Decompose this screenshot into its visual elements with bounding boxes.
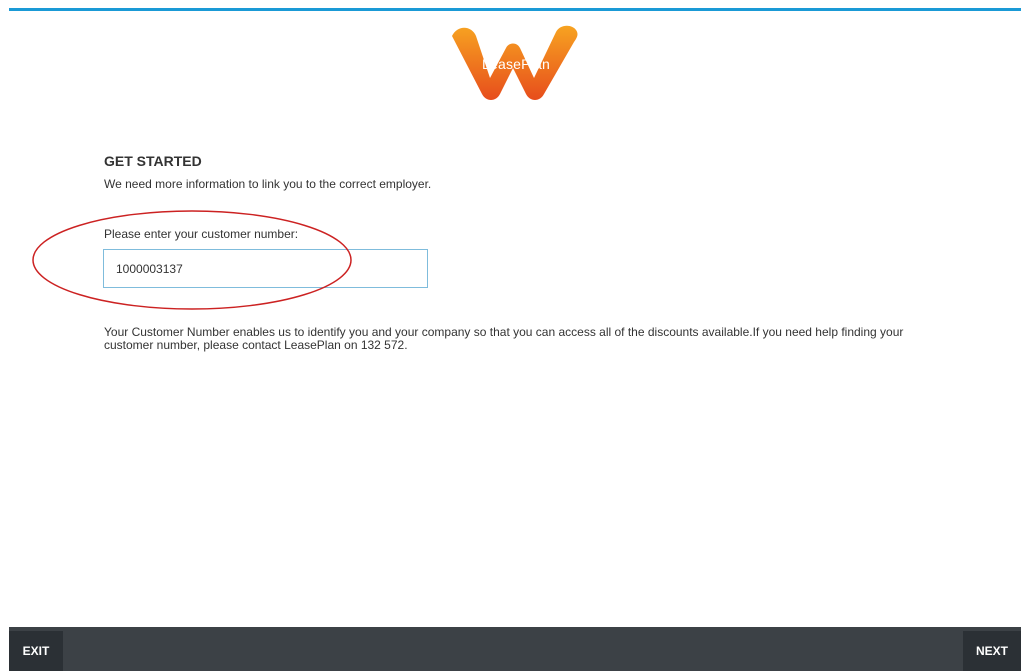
- logo-wordmark: LeasePlan: [482, 56, 550, 72]
- footer-bar: EXIT NEXT: [9, 627, 1021, 671]
- customer-number-input[interactable]: [103, 249, 428, 288]
- customer-number-label: Please enter your customer number:: [104, 227, 299, 241]
- exit-button[interactable]: EXIT: [9, 631, 63, 671]
- page-title: GET STARTED: [104, 153, 202, 169]
- customer-number-help-text: Your Customer Number enables us to ident…: [104, 325, 904, 352]
- next-button[interactable]: NEXT: [963, 631, 1021, 671]
- leaseplan-logo: LeasePlan: [446, 22, 586, 106]
- top-accent-bar: [9, 8, 1021, 11]
- page-subtitle: We need more information to link you to …: [104, 177, 432, 191]
